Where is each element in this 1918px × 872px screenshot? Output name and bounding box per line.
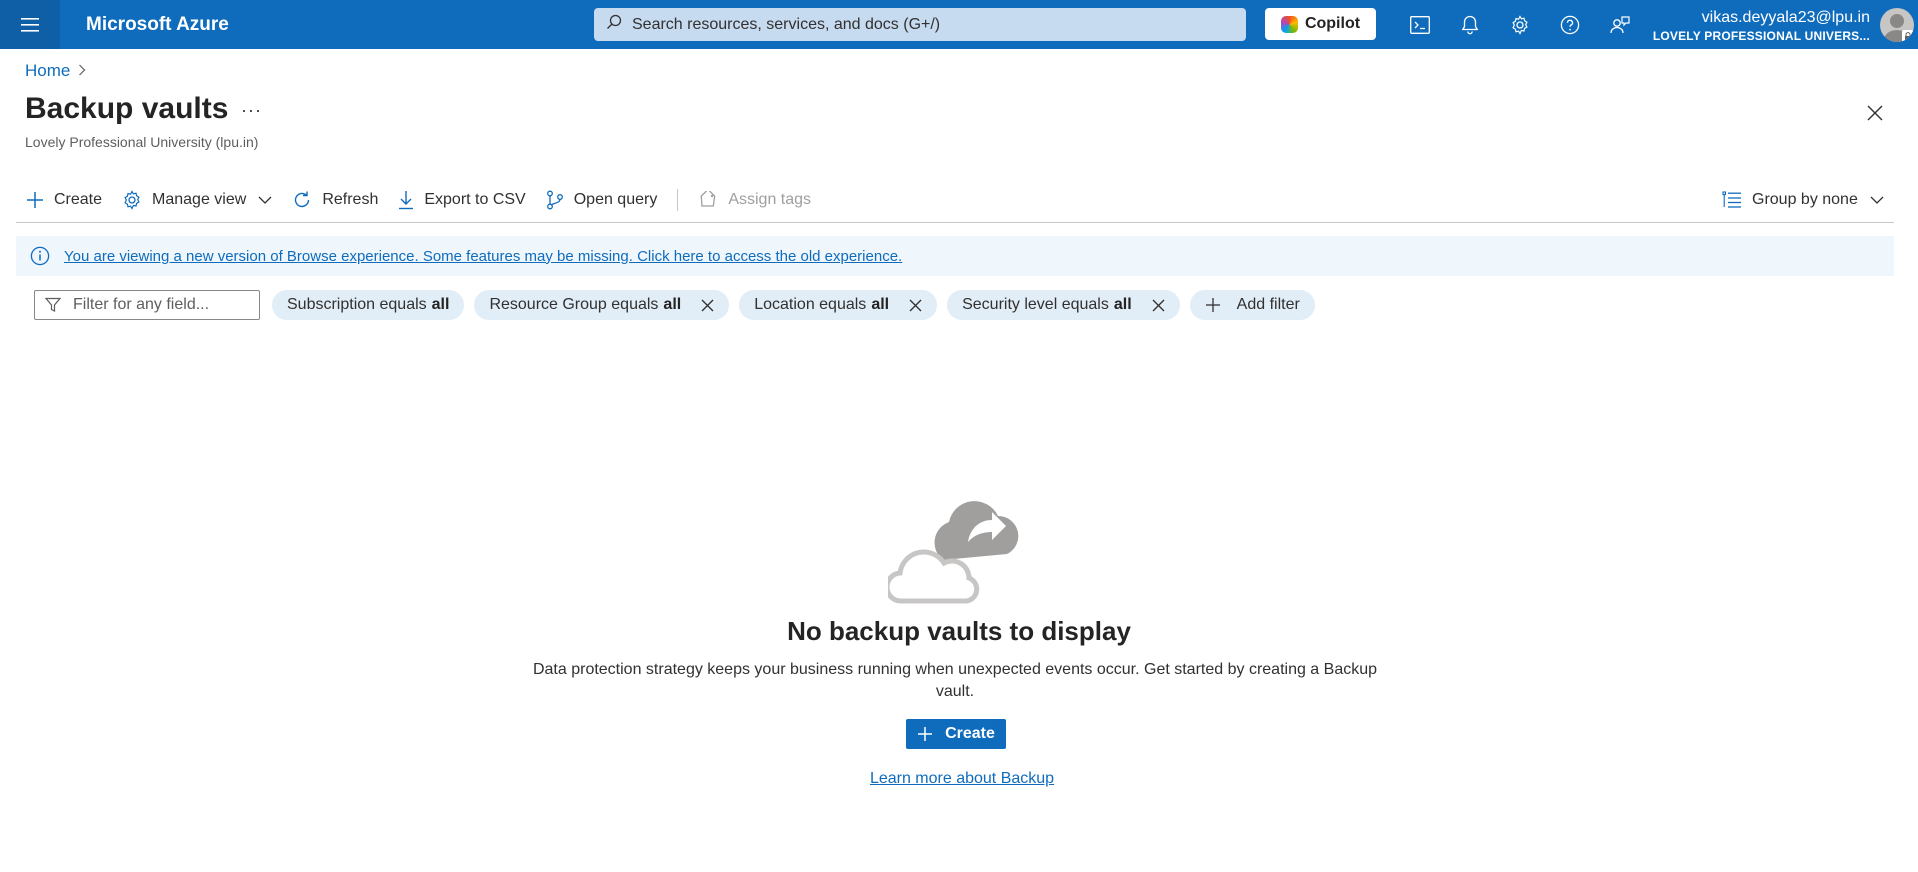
add-filter-button[interactable]: Add filter <box>1189 290 1315 320</box>
copilot-icon <box>1280 15 1298 33</box>
help-icon[interactable] <box>1557 12 1583 38</box>
lock-icon <box>1902 30 1914 42</box>
account-org: LOVELY PROFESSIONAL UNIVERS... <box>1652 29 1870 43</box>
chevron-down-icon <box>1870 196 1884 204</box>
copilot-label: Copilot <box>1304 15 1361 32</box>
tag-icon <box>700 191 716 207</box>
remove-filter-icon[interactable] <box>701 299 714 312</box>
toolbar-divider <box>677 189 679 211</box>
assign-tags-label: Assign tags <box>728 191 812 208</box>
chevron-right-icon <box>78 61 86 81</box>
account-email: vikas.deyyala23@lpu.in <box>1701 9 1870 26</box>
gear-icon <box>124 190 140 210</box>
search-placeholder: Search resources, services, and docs (G+… <box>632 15 941 33</box>
export-csv-label: Export to CSV <box>424 191 526 208</box>
assign-tags-button[interactable]: Assign tags <box>688 184 821 216</box>
refresh-label: Refresh <box>322 191 379 208</box>
filter-pill-location[interactable]: Location equals all <box>739 290 938 320</box>
filter-placeholder: Filter for any field... <box>73 296 210 313</box>
brand-title[interactable]: Microsoft Azure <box>86 0 229 49</box>
filter-input[interactable]: Filter for any field... <box>34 290 260 320</box>
copilot-button[interactable]: Copilot <box>1265 8 1376 40</box>
toolbar-separator <box>16 222 1894 223</box>
hamburger-icon[interactable] <box>0 0 60 49</box>
export-csv-button[interactable]: Export to CSV <box>388 184 535 216</box>
refresh-icon <box>295 191 310 208</box>
filter-pill-resource-group[interactable]: Resource Group equals all <box>474 290 730 320</box>
backup-cloud-icon <box>888 501 1019 604</box>
manage-view-label: Manage view <box>152 191 247 208</box>
feedback-icon[interactable] <box>1607 12 1633 38</box>
filter-bar: Filter for any field... Subscription equ… <box>34 290 1325 320</box>
avatar[interactable] <box>1880 8 1914 42</box>
create-vault-button[interactable]: Create <box>906 719 1006 749</box>
open-query-button[interactable]: Open query <box>536 184 668 216</box>
bell-icon[interactable] <box>1457 12 1483 38</box>
command-bar: Create Manage view Refresh Export to CSV… <box>16 184 821 216</box>
gear-icon[interactable] <box>1507 12 1533 38</box>
add-filter-label: Add filter <box>1236 296 1300 313</box>
empty-state-description: Data protection strategy keeps your busi… <box>532 661 1378 700</box>
filter-pill-label: Resource Group equals <box>489 296 659 313</box>
query-icon <box>546 190 563 210</box>
chevron-down-icon <box>258 196 272 204</box>
avatar-head <box>1890 14 1904 28</box>
remove-filter-icon[interactable] <box>909 299 922 312</box>
filter-pill-subscription[interactable]: Subscription equals all <box>272 290 465 320</box>
search-icon <box>606 14 622 35</box>
account-menu[interactable]: vikas.deyyala23@lpu.in LOVELY PROFESSION… <box>1653 8 1870 44</box>
cloud-shell-icon[interactable] <box>1407 12 1433 38</box>
empty-state-title: No backup vaults to display <box>787 616 1131 646</box>
filter-pill-security-level[interactable]: Security level equals all <box>947 290 1180 320</box>
page-title: Backup vaults <box>25 92 229 125</box>
filter-pill-value: all <box>871 296 890 313</box>
create-label: Create <box>54 191 103 208</box>
open-query-label: Open query <box>573 191 658 208</box>
learn-more-link[interactable]: Learn more about Backup <box>0 770 1918 788</box>
top-bar: Microsoft Azure Search resources, servic… <box>0 0 1918 49</box>
group-by-dropdown[interactable]: Group by none <box>1722 184 1894 216</box>
page-subtitle: Lovely Professional University (lpu.in) <box>25 134 259 150</box>
filter-pill-value: all <box>663 296 682 313</box>
info-banner: You are viewing a new version of Browse … <box>16 236 1894 276</box>
info-icon <box>30 246 50 266</box>
filter-pill-value: all <box>1113 296 1132 313</box>
refresh-button[interactable]: Refresh <box>282 184 388 216</box>
manage-view-button[interactable]: Manage view <box>112 184 282 216</box>
list-icon <box>1722 191 1741 208</box>
plus-icon <box>918 727 933 741</box>
close-icon[interactable] <box>1862 100 1888 126</box>
filter-pill-label: Subscription equals <box>287 296 427 313</box>
group-by-label: Group by none <box>1752 191 1858 208</box>
old-experience-link[interactable]: You are viewing a new version of Browse … <box>64 248 902 265</box>
filter-pill-value: all <box>431 296 450 313</box>
filter-pill-label: Location equals <box>754 296 867 313</box>
search-input[interactable]: Search resources, services, and docs (G+… <box>594 8 1246 41</box>
filter-icon <box>45 297 61 312</box>
create-button[interactable]: Create <box>16 184 112 216</box>
breadcrumb-home[interactable]: Home <box>25 61 70 81</box>
download-icon <box>399 191 414 210</box>
filter-pill-label: Security level equals <box>962 296 1109 313</box>
remove-filter-icon[interactable] <box>1152 299 1165 312</box>
more-options-button[interactable]: ··· <box>241 100 262 121</box>
plus-icon <box>27 192 43 208</box>
breadcrumb: Home <box>25 61 86 81</box>
plus-icon <box>1205 298 1220 312</box>
create-vault-label: Create <box>945 725 995 742</box>
